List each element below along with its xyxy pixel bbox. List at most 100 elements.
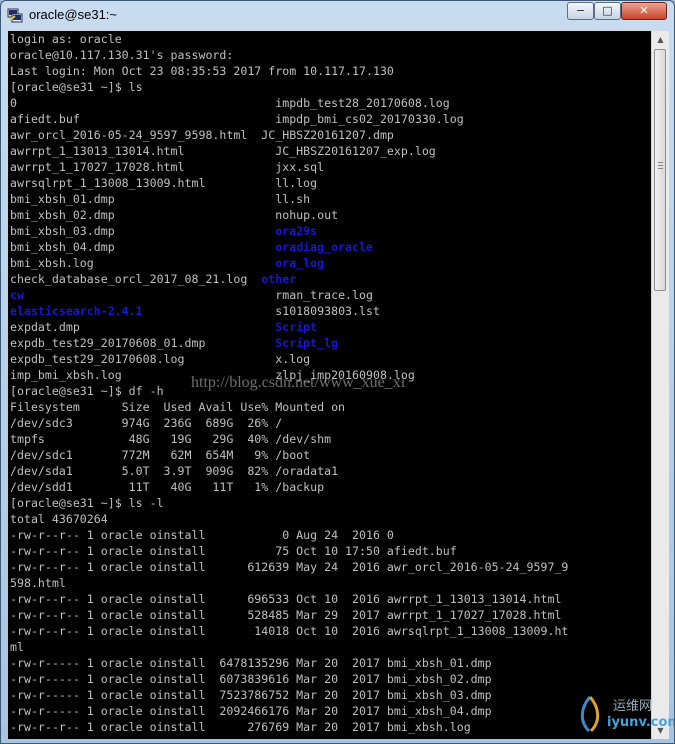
terminal-line: bmi_xbsh_04.dmp oradiag_oracle bbox=[8, 239, 651, 255]
terminal-text: rman_trace.log bbox=[23, 288, 373, 302]
terminal-text: expdb_test29_20170608_01.dmp bbox=[10, 336, 276, 350]
terminal-line: expdb_test29_20170608.log x.log bbox=[8, 351, 651, 367]
logo-text-cn: 运维网 bbox=[613, 699, 653, 714]
terminal-line: bmi_xbsh_02.dmp nohup.out bbox=[8, 207, 651, 223]
terminal-line: -rw-r----- 1 oracle oinstall 6073839616 … bbox=[8, 671, 651, 687]
terminal-text: -rw-r--r-- 1 oracle oinstall 14018 Oct 1… bbox=[10, 624, 569, 638]
terminal-text: check_database_orcl_2017_08_21.log bbox=[10, 272, 262, 286]
directory-entry: Script bbox=[275, 320, 318, 334]
terminal-line: 0 impdb_test28_20170608.log bbox=[8, 95, 651, 111]
terminal-text: -rw-r--r-- 1 oracle oinstall 276769 Mar … bbox=[10, 720, 471, 734]
terminal-line: expdb_test29_20170608_01.dmp Script_lg bbox=[8, 335, 651, 351]
terminal-line: elasticsearch-2.4.1 s1018093803.lst bbox=[8, 303, 651, 319]
terminal-text: Filesystem Size Used Avail Use% Mounted … bbox=[10, 400, 346, 414]
terminal-line: tmpfs 48G 19G 29G 40% /dev/shm bbox=[8, 431, 651, 447]
putty-icon bbox=[7, 8, 23, 23]
terminal-text: bmi_xbsh_01.dmp ll.sh bbox=[10, 192, 311, 206]
terminal-text: [oracle@se31 ~]$ df -h bbox=[10, 384, 164, 398]
vertical-scrollbar[interactable]: ▲ ▼ bbox=[651, 31, 669, 739]
terminal-line: 598.html bbox=[8, 575, 651, 591]
terminal-window: oracle@se31:~ − □ ✕ login as: oracle orac… bbox=[0, 0, 675, 744]
maximize-button[interactable]: □ bbox=[594, 2, 621, 20]
terminal-line: /dev/sdd1 11T 40G 11T 1% /backup bbox=[8, 479, 651, 495]
terminal-line: expdat.dmp Script bbox=[8, 319, 651, 335]
terminal-line: total 43670264 bbox=[8, 511, 651, 527]
grip-line bbox=[658, 165, 663, 166]
terminal-text: /dev/sdc3 974G 236G 689G 26% / bbox=[10, 416, 283, 430]
terminal-line: -rw-r--r-- 1 oracle oinstall 75 Oct 10 1… bbox=[8, 543, 651, 559]
maximize-icon: □ bbox=[602, 4, 613, 17]
terminal-line: bmi_xbsh_01.dmp ll.sh bbox=[8, 191, 651, 207]
window-title: oracle@se31:~ bbox=[29, 7, 117, 22]
terminal-line: /dev/sdc1 772M 62M 654M 9% /boot bbox=[8, 447, 651, 463]
terminal-text: [oracle@se31 ~]$ ls -l bbox=[10, 496, 164, 510]
terminal-text: tmpfs 48G 19G 29G 40% /dev/shm bbox=[10, 432, 332, 446]
directory-entry: Script_lg bbox=[275, 336, 339, 350]
terminal-line: -rw-r--r-- 1 oracle oinstall 14018 Oct 1… bbox=[8, 623, 651, 639]
logo-icon bbox=[580, 695, 600, 733]
terminal-text: bmi_xbsh.log bbox=[10, 256, 276, 270]
terminal-line: -rw-r--r-- 1 oracle oinstall 276769 Mar … bbox=[8, 719, 651, 735]
title-bar[interactable]: oracle@se31:~ − □ ✕ bbox=[1, 1, 674, 31]
terminal-line: oracle@10.117.130.31's password: bbox=[8, 47, 651, 63]
terminal-text: login as: oracle bbox=[10, 32, 122, 46]
close-button[interactable]: ✕ bbox=[621, 2, 667, 20]
terminal-text: -rw-r--r-- 1 oracle oinstall 528485 Mar … bbox=[10, 608, 562, 622]
terminal-text: Last login: Mon Oct 23 08:35:53 2017 fro… bbox=[10, 64, 394, 78]
terminal-text: -rw-r--r-- 1 oracle oinstall 612639 May … bbox=[10, 560, 569, 574]
terminal-text: awr_orcl_2016-05-24_9597_9598.html JC_HB… bbox=[10, 128, 394, 142]
terminal-text: 598.html bbox=[10, 576, 66, 590]
grip-line bbox=[658, 162, 663, 163]
terminal-text: -rw-r----- 1 oracle oinstall 6478135296 … bbox=[10, 656, 492, 670]
terminal-text: bmi_xbsh_04.dmp bbox=[10, 240, 276, 254]
directory-entry: cw bbox=[10, 288, 24, 302]
terminal-line: check_database_orcl_2017_08_21.log other bbox=[8, 271, 651, 287]
terminal-text: total 43670264 bbox=[10, 512, 108, 526]
watermark-text: http://blog.csdn.net/www_xue_xi bbox=[191, 374, 406, 391]
minimize-button[interactable]: − bbox=[567, 2, 594, 20]
terminal-line: [oracle@se31 ~]$ ls -l bbox=[8, 495, 651, 511]
terminal-line: cw rman_trace.log bbox=[8, 287, 651, 303]
terminal-line: Filesystem Size Used Avail Use% Mounted … bbox=[8, 399, 651, 415]
terminal-line: login as: oracle bbox=[8, 31, 651, 47]
terminal-line: [oracle@se31 ~]$ ls bbox=[8, 79, 651, 95]
logo-text-domain: iyunv.com bbox=[607, 715, 675, 730]
terminal-text: ml bbox=[10, 640, 24, 654]
terminal-text: afiedt.buf impdp_bmi_cs02_20170330.log bbox=[10, 112, 464, 126]
terminal-line: awr_orcl_2016-05-24_9597_9598.html JC_HB… bbox=[8, 127, 651, 143]
grip-line bbox=[658, 168, 663, 169]
terminal-text: -rw-r--r-- 1 oracle oinstall 0 Aug 24 20… bbox=[10, 528, 394, 542]
terminal-line: -rw-r----- 1 oracle oinstall 6478135296 … bbox=[8, 655, 651, 671]
terminal-text: bmi_xbsh_03.dmp bbox=[10, 224, 276, 238]
terminal-line: bmi_xbsh.log ora_log bbox=[8, 255, 651, 271]
terminal-text: /dev/sdd1 11T 40G 11T 1% /backup bbox=[10, 480, 325, 494]
terminal-line: ml bbox=[8, 639, 651, 655]
terminal-line: awrrpt_1_17027_17028.html jxx.sql bbox=[8, 159, 651, 175]
arrow-up-icon[interactable]: ▲ bbox=[652, 31, 669, 48]
terminal-line: /dev/sda1 5.0T 3.9T 909G 82% /oradata1 bbox=[8, 463, 651, 479]
terminal-text: bmi_xbsh_02.dmp nohup.out bbox=[10, 208, 339, 222]
terminal-line: awrsqlrpt_1_13008_13009.html ll.log bbox=[8, 175, 651, 191]
terminal-text: 0 impdb_test28_20170608.log bbox=[10, 96, 450, 110]
terminal-line: -rw-r--r-- 1 oracle oinstall 696533 Oct … bbox=[8, 591, 651, 607]
close-icon: ✕ bbox=[639, 4, 649, 17]
terminal-text: awrrpt_1_17027_17028.html jxx.sql bbox=[10, 160, 325, 174]
terminal-text: -rw-r--r-- 1 oracle oinstall 75 Oct 10 1… bbox=[10, 544, 457, 558]
directory-entry: oradiag_oracle bbox=[275, 240, 373, 254]
terminal-line: -rw-r----- 1 oracle oinstall 2092466176 … bbox=[8, 703, 651, 719]
terminal-line: -rw-r----- 1 oracle oinstall 7523786752 … bbox=[8, 687, 651, 703]
directory-entry: ora_log bbox=[275, 256, 325, 270]
terminal-text: expdat.dmp bbox=[10, 320, 276, 334]
terminal-text: -rw-r--r-- 1 oracle oinstall 696533 Oct … bbox=[10, 592, 562, 606]
terminal-text: /dev/sdc1 772M 62M 654M 9% /boot bbox=[10, 448, 311, 462]
terminal-line: -rw-r--r-- 1 oracle oinstall 0 Aug 24 20… bbox=[8, 527, 651, 543]
terminal-text: -rw-r----- 1 oracle oinstall 6073839616 … bbox=[10, 672, 492, 686]
terminal-text: -rw-r----- 1 oracle oinstall 2092466176 … bbox=[10, 704, 492, 718]
directory-entry: elasticsearch-2.4.1 bbox=[10, 304, 143, 318]
scrollbar-thumb[interactable] bbox=[654, 49, 666, 291]
terminal-line: bmi_xbsh_03.dmp ora29s bbox=[8, 223, 651, 239]
terminal-text: awrrpt_1_13013_13014.html JC_HBSZ2016120… bbox=[10, 144, 436, 158]
terminal-line: awrrpt_1_13013_13014.html JC_HBSZ2016120… bbox=[8, 143, 651, 159]
directory-entry: ora29s bbox=[275, 224, 318, 238]
directory-entry: other bbox=[261, 272, 297, 286]
